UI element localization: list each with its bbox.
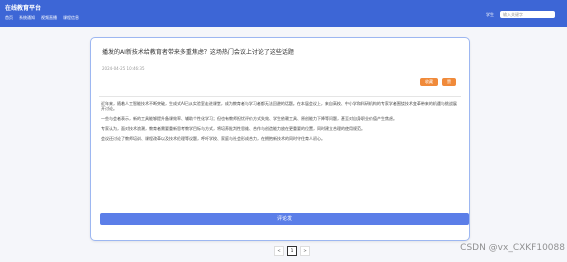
search-input[interactable]: 输入关键字	[500, 11, 555, 18]
article-paragraph-3: 专家认为，面对技术浪潮，教育者需要重新思考教学目标与方式，将培养批判性思维、合作…	[101, 126, 365, 131]
article-card: 播发的AI新技术给教育者带来多重焦虑？这场热门会议上讨论了这些话题 2024-0…	[90, 37, 470, 241]
pagination: < 1 >	[274, 246, 310, 256]
article-paragraph-2: 一些与会者表示，新的工具能够提升备课效率、辅助个性化学习；但也有教师担忧评价方式…	[101, 116, 397, 121]
site-brand[interactable]: 在线教育平台	[5, 3, 41, 12]
like-button[interactable]: 赞	[442, 78, 456, 86]
top-tools: 学生 输入关键字	[486, 11, 555, 18]
nav-notices[interactable]: 系统通知	[19, 15, 35, 21]
nav-home[interactable]: 首页	[5, 15, 13, 21]
nav-courses[interactable]: 课程信息	[63, 15, 79, 21]
top-bar: 在线教育平台 首页 系统通知 视频直播 课程信息 学生 输入关键字	[0, 0, 567, 27]
watermark-text: CSDN @vx_CXKF10088	[460, 243, 565, 253]
user-label[interactable]: 学生	[486, 12, 494, 18]
article-time: 2024-04-25 10:46:35	[102, 66, 145, 71]
article-paragraph-1: 近年来，随着人工智能技术不断突破，生成式AI已从实验室走进课堂，成为教育者与学习…	[101, 101, 457, 111]
article-actions: 收藏 赞	[420, 78, 456, 86]
comment-button[interactable]: 评论发	[100, 213, 469, 225]
main-navigation: 首页 系统通知 视频直播 课程信息	[5, 15, 79, 21]
nav-live[interactable]: 视频直播	[41, 15, 57, 21]
page-1-button[interactable]: 1	[287, 246, 297, 256]
prev-page-button[interactable]: <	[274, 246, 284, 256]
next-page-button[interactable]: >	[300, 246, 310, 256]
article-divider	[99, 96, 461, 97]
article-content: 近年来，随着人工智能技术不断突破，生成式AI已从实验室走进课堂，成为教育者与学习…	[101, 101, 459, 146]
favorite-button[interactable]: 收藏	[420, 78, 438, 86]
article-title: 播发的AI新技术给教育者带来多重焦虑？这场热门会议上讨论了这些话题	[102, 49, 294, 56]
article-paragraph-4: 会议还讨论了教师培训、课程改革以及技术伦理等议题，呼吁学校、家庭与社会形成合力，…	[101, 136, 325, 141]
